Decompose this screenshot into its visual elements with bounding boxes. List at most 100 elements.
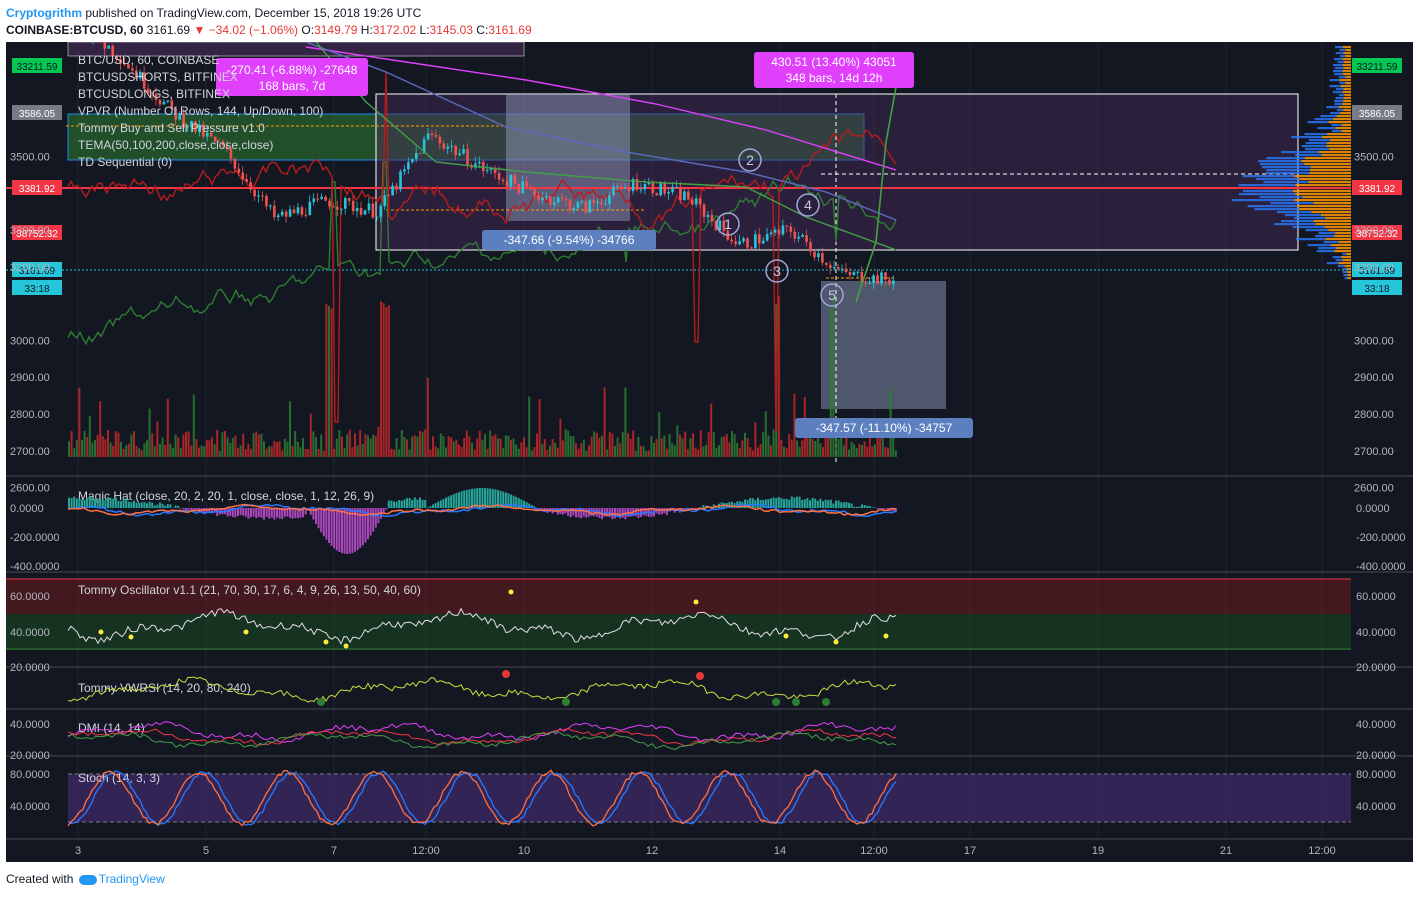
volume-bar: [385, 307, 388, 457]
candle-body: [103, 42, 107, 49]
magic-hat-bar: [99, 498, 102, 508]
volume-bar: [130, 434, 133, 457]
wave-2-label: 2: [746, 152, 754, 168]
magic-hat-pane[interactable]: Magic Hat (close, 20, 2, 20, 1, close, c…: [10, 488, 1406, 573]
volume-bar: [694, 447, 697, 457]
magic-hat-bar: [788, 499, 791, 508]
vpvr-row-down: [1313, 220, 1351, 223]
volume-bar: [439, 433, 442, 457]
volume-bar: [94, 439, 96, 457]
vpvr-row-down: [1344, 265, 1351, 268]
publish-text: published on TradingView.com, December 1…: [82, 6, 422, 20]
price-tick-right: 3300.00: [1354, 225, 1394, 237]
candle-body: [651, 182, 655, 194]
magic-hat-bar: [226, 508, 229, 517]
volume-bar: [231, 437, 234, 457]
vwrsi-sell-dot: [502, 670, 510, 678]
stoch-pane[interactable]: Stoch (14, 3, 3)80.0000 80.000040.0000 40.…: [10, 769, 1396, 827]
candle-body: [537, 195, 540, 201]
magic-hat-bar: [276, 508, 278, 518]
candle-body: [304, 214, 308, 216]
vpvr-row-down: [1295, 193, 1351, 196]
magic-hat-bar: [801, 499, 804, 508]
volume-bar: [507, 435, 510, 457]
time-axis[interactable]: 3 5 7 12:00 10 12 14 12:00 17 19 21 12:00: [75, 845, 1336, 857]
volume-bar: [198, 447, 200, 457]
chart-svg[interactable]: -270.41 (-6.88%) -27648 168 bars, 7d 430…: [6, 11, 1413, 862]
price-badge-left: 33:18: [24, 284, 49, 295]
volume-bar: [309, 413, 312, 457]
vwrsi-buy-dot: [317, 698, 325, 706]
volume-bar: [325, 303, 328, 457]
candle-body: [777, 229, 781, 235]
magic-hat-bar: [819, 498, 822, 508]
volume-bar: [187, 431, 190, 457]
magic-hat-bar: [247, 508, 250, 519]
vpvr-row-up: [1304, 133, 1328, 136]
vpvr-row-down: [1301, 160, 1351, 163]
volume-bar: [848, 449, 850, 457]
magic-hat-bar: [460, 491, 463, 508]
vpvr-row-down: [1335, 127, 1351, 130]
magic-hat-bar: [504, 492, 507, 508]
volume-bar: [450, 437, 453, 457]
volume-bar: [629, 438, 632, 457]
magic-hat-bar: [187, 508, 190, 511]
stoch-tick-left: 80.0000: [10, 769, 50, 781]
volume-bar: [346, 434, 349, 457]
candle-body: [355, 207, 359, 212]
vpvr-row-down: [1325, 217, 1351, 220]
vwrsi-pane[interactable]: Tommy VWRSI (14, 20, 80, 240): [67, 670, 897, 706]
volume-bar: [242, 434, 245, 457]
tradingview-link[interactable]: TradingView: [99, 872, 165, 886]
volume-bar: [850, 441, 853, 457]
legend-item: VPVR (Number Of Rows, 144, Up/Down, 100): [78, 104, 323, 118]
tommy-oscillator-pane[interactable]: Tommy Oscillator v1.1 (21, 70, 30, 17, 6…: [6, 578, 1396, 674]
candle-body: [738, 241, 741, 245]
magic-hat-bar: [322, 508, 325, 537]
volume-bar: [879, 435, 882, 457]
vpvr-row-up: [1315, 235, 1334, 238]
magic-hat-bar: [335, 508, 338, 551]
vpvr-row-down: [1322, 136, 1351, 139]
tommy-osc-signal: [783, 633, 789, 639]
volume-bar: [575, 443, 577, 457]
chart-frame[interactable]: -270.41 (-6.88%) -27648 168 bars, 7d 430…: [6, 11, 1413, 862]
candle-body: [836, 266, 840, 270]
magic-hat-bar: [850, 503, 853, 508]
vpvr-row-down: [1308, 181, 1351, 184]
volume-bar: [671, 443, 674, 457]
candle-body: [608, 195, 611, 204]
volume-bar: [689, 438, 692, 457]
candle-body: [241, 172, 245, 180]
vpvr-row-up: [1332, 256, 1342, 259]
candle-body: [249, 181, 252, 190]
vpvr-row-up: [1273, 223, 1316, 226]
volume-bar: [148, 408, 151, 457]
vpvr-row-up: [1305, 142, 1327, 145]
magic-hat-bar: [835, 500, 837, 508]
candle-body: [549, 196, 552, 205]
vpvr-row-down: [1292, 190, 1351, 193]
time-tick-label: 7: [331, 845, 337, 857]
magic-hat-bar: [783, 499, 785, 508]
vpvr-row-up: [1335, 259, 1343, 262]
magic-hat-bar: [127, 501, 130, 508]
volume-bar: [788, 434, 791, 457]
magic-hat-bar: [702, 505, 705, 508]
candle-body: [888, 279, 891, 285]
volume-bar: [101, 436, 104, 457]
volume-bar: [296, 441, 299, 457]
author-link[interactable]: Cryptogrithm: [6, 6, 82, 20]
stoch-tick-right: 40.0000: [1356, 801, 1396, 813]
volume-bar: [278, 441, 281, 457]
vpvr-row-up: [1329, 79, 1340, 82]
vpvr-row-up: [1238, 184, 1296, 187]
volume-bar: [455, 439, 458, 457]
time-tick-label: 17: [964, 845, 976, 857]
stoch-tick-right: 80.0000: [1356, 769, 1396, 781]
volume-bar: [239, 445, 242, 457]
vpvr-row-down: [1329, 148, 1351, 151]
magic-hat-bar: [842, 502, 845, 508]
candle-body: [336, 206, 339, 210]
